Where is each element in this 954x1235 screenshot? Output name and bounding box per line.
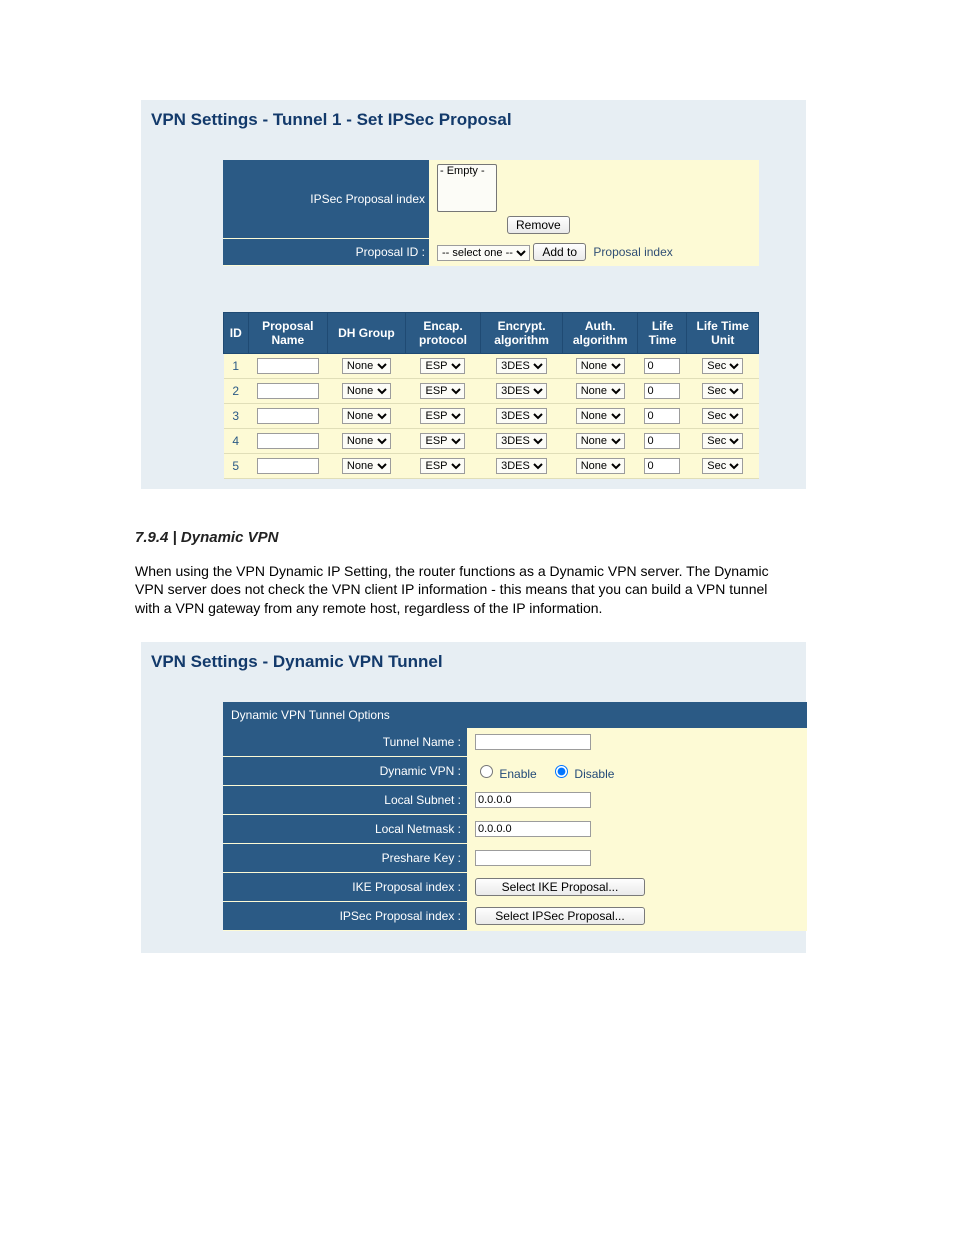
encrypt-algorithm-select[interactable]: 3DES [496,383,547,399]
encrypt-algorithm-select[interactable]: 3DES [496,458,547,474]
select-ipsec-proposal-button[interactable]: Select IPSec Proposal... [475,907,645,925]
dh-group-select[interactable]: None [342,433,391,449]
life-time-input[interactable] [644,433,680,449]
add-to-button[interactable]: Add to [533,243,586,261]
ipsec-selector-table: IPSec Proposal index - Empty - Remove Pr… [223,160,759,304]
auth-algorithm-select[interactable]: None [576,458,625,474]
auth-algorithm-select[interactable]: None [576,408,625,424]
col-id: ID [224,312,249,353]
table-row: 1 None ESP 3DES None Sec [224,353,759,378]
preshare-key-label: Preshare Key : [223,844,467,873]
auth-algorithm-select[interactable]: None [576,383,625,399]
proposal-name-input[interactable] [257,408,319,424]
tunnel-name-input[interactable] [475,734,591,750]
col-name: Proposal Name [248,312,328,353]
proposal-name-input[interactable] [257,358,319,374]
dh-group-select[interactable]: None [342,383,391,399]
preshare-key-input[interactable] [475,850,591,866]
row-id: 2 [224,378,249,403]
col-life: Life Time [638,312,687,353]
encap-protocol-select[interactable]: ESP [420,433,465,449]
auth-algorithm-select[interactable]: None [576,358,625,374]
col-lifeunit: Life Time Unit [687,312,759,353]
table-row: 5 None ESP 3DES None Sec [224,453,759,478]
proposal-index-text: Proposal index [593,245,672,259]
encap-protocol-select[interactable]: ESP [420,458,465,474]
enable-text: Enable [499,767,536,781]
dynamic-options-header: Dynamic VPN Tunnel Options [223,702,807,728]
row-id: 4 [224,428,249,453]
row-id: 1 [224,353,249,378]
life-time-unit-select[interactable]: Sec [702,358,743,374]
life-time-unit-select[interactable]: Sec [702,408,743,424]
encap-protocol-select[interactable]: ESP [420,383,465,399]
select-ike-proposal-button[interactable]: Select IKE Proposal... [475,878,645,896]
ipsec-proposal-label: IPSec Proposal index : [223,902,467,931]
local-netmask-input[interactable] [475,821,591,837]
table-row: 4 None ESP 3DES None Sec [224,428,759,453]
proposal-name-input[interactable] [257,458,319,474]
local-netmask-label: Local Netmask : [223,815,467,844]
ipsec-index-empty-option: - Empty - [438,165,496,179]
ipsec-index-label: IPSec Proposal index [223,160,429,239]
life-time-input[interactable] [644,458,680,474]
panel2-title: VPN Settings - Dynamic VPN Tunnel [141,642,806,702]
dynamic-vpn-enable-radio[interactable] [480,765,493,778]
disable-text: Disable [574,767,614,781]
dynamic-vpn-disable-radio[interactable] [555,765,568,778]
col-encrypt: Encrypt. algorithm [481,312,563,353]
col-dh: DH Group [328,312,406,353]
encrypt-algorithm-select[interactable]: 3DES [496,408,547,424]
proposal-name-input[interactable] [257,383,319,399]
encap-protocol-select[interactable]: ESP [420,358,465,374]
proposal-name-input[interactable] [257,433,319,449]
section-heading: 7.9.4 | Dynamic VPN [135,529,954,546]
col-auth: Auth. algorithm [562,312,638,353]
local-subnet-input[interactable] [475,792,591,808]
row-id: 3 [224,403,249,428]
life-time-input[interactable] [644,358,680,374]
proposal-id-label: Proposal ID : [223,239,429,266]
auth-algorithm-select[interactable]: None [576,433,625,449]
ike-proposal-label: IKE Proposal index : [223,873,467,902]
life-time-unit-select[interactable]: Sec [702,383,743,399]
col-encap: Encap. protocol [405,312,481,353]
tunnel-name-label: Tunnel Name : [223,728,467,757]
dh-group-select[interactable]: None [342,408,391,424]
encrypt-algorithm-select[interactable]: 3DES [496,433,547,449]
remove-button[interactable]: Remove [507,216,570,234]
local-subnet-label: Local Subnet : [223,786,467,815]
row-id: 5 [224,453,249,478]
life-time-unit-select[interactable]: Sec [702,458,743,474]
ipsec-proposal-panel: VPN Settings - Tunnel 1 - Set IPSec Prop… [141,100,806,489]
dynamic-vpn-table: Dynamic VPN Tunnel Options Tunnel Name :… [223,702,807,931]
dynamic-vpn-label: Dynamic VPN : [223,757,467,786]
ipsec-index-list[interactable]: - Empty - [437,164,497,212]
section-body: When using the VPN Dynamic IP Setting, t… [135,562,784,619]
dynamic-vpn-panel: VPN Settings - Dynamic VPN Tunnel Dynami… [141,642,806,953]
proposal-id-select[interactable]: -- select one -- [437,245,530,261]
table-row: 2 None ESP 3DES None Sec [224,378,759,403]
life-time-input[interactable] [644,383,680,399]
life-time-input[interactable] [644,408,680,424]
encap-protocol-select[interactable]: ESP [420,408,465,424]
panel1-title: VPN Settings - Tunnel 1 - Set IPSec Prop… [141,100,806,160]
table-row: 3 None ESP 3DES None Sec [224,403,759,428]
proposals-table: ID Proposal Name DH Group Encap. protoco… [223,312,759,479]
encrypt-algorithm-select[interactable]: 3DES [496,358,547,374]
life-time-unit-select[interactable]: Sec [702,433,743,449]
dh-group-select[interactable]: None [342,458,391,474]
dh-group-select[interactable]: None [342,358,391,374]
